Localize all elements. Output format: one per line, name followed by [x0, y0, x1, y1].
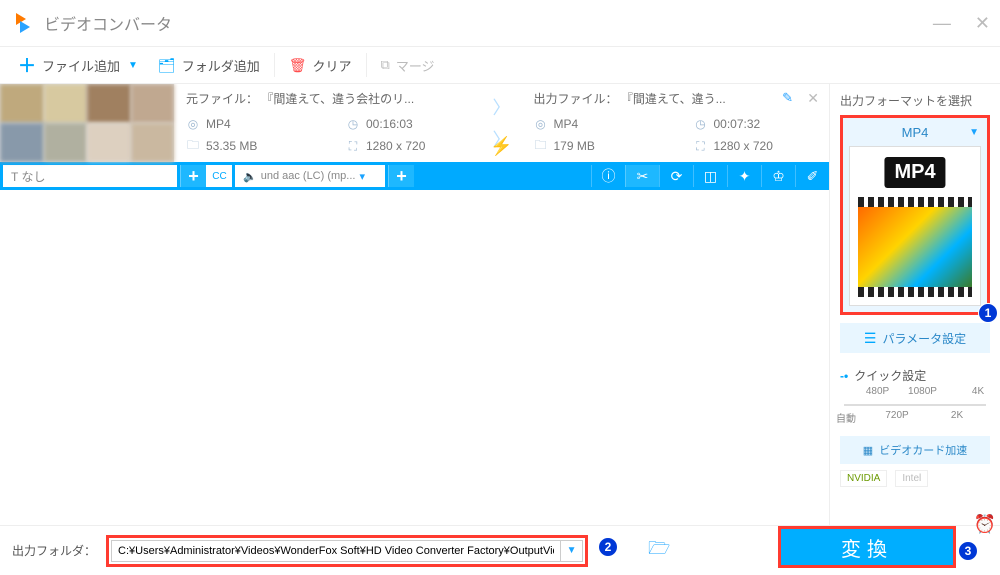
- merge-button[interactable]: ⧉ マージ: [371, 47, 445, 83]
- close-button[interactable]: ✕: [975, 13, 990, 34]
- cut-button[interactable]: ✂: [625, 165, 659, 187]
- add-subtitle-button[interactable]: +: [180, 165, 206, 187]
- step-badge-1: 1: [978, 303, 998, 323]
- effects-button[interactable]: ✦: [727, 165, 761, 187]
- thumbnail[interactable]: [0, 84, 174, 162]
- clock-icon: ◷: [694, 117, 708, 131]
- sliders-icon: ☰: [864, 330, 877, 347]
- format-label: MP4: [902, 125, 929, 140]
- add-audio-button[interactable]: +: [388, 165, 414, 187]
- info-button[interactable]: ⓘ: [591, 165, 625, 187]
- file-item: 元ファイル： 『間違えて、違う会社のリ... ◎MP4 ◷00:16:03 🗀5…: [0, 84, 829, 162]
- quick-settings-label: クイック設定: [854, 367, 926, 384]
- edit-icon[interactable]: ✎: [782, 90, 793, 106]
- plus-icon: ＋: [18, 52, 36, 78]
- app-logo: [14, 13, 34, 33]
- audio-field[interactable]: 🔈und aac (LC) (mp...▾: [235, 165, 385, 187]
- folder-icon: 🗂: [158, 57, 176, 74]
- edit-button[interactable]: ✐: [795, 165, 829, 187]
- output-folder-input[interactable]: [111, 540, 561, 562]
- add-folder-button[interactable]: 🗂 フォルダ追加: [148, 47, 270, 83]
- clock-icon: ◷: [346, 117, 360, 131]
- crop-button[interactable]: ◫: [693, 165, 727, 187]
- arrow-right-icon: 〉: [493, 94, 511, 120]
- step-badge-3: 3: [958, 541, 978, 561]
- window-title: ビデオコンバータ: [44, 11, 172, 35]
- bolt-icon: ⚡: [490, 136, 512, 157]
- output-folder-label: 出力フォルダ：: [12, 542, 96, 559]
- side-title: 出力フォーマットを選択: [840, 92, 990, 109]
- resolution-icon: ⛶: [694, 139, 708, 153]
- folder-icon: 🗀: [534, 139, 548, 153]
- remove-item-button[interactable]: ✕: [807, 90, 819, 107]
- cc-button[interactable]: CC: [206, 165, 232, 187]
- schedule-icon[interactable]: ⏰: [974, 514, 996, 535]
- output-format-selector[interactable]: MP4 ▼ MP4: [840, 115, 990, 315]
- subtitle-field[interactable]: T なし: [3, 165, 177, 187]
- disc-icon: ◎: [534, 117, 548, 131]
- watermark-button[interactable]: ♔: [761, 165, 795, 187]
- source-filename: 『間違えて、違う会社のリ...: [261, 92, 414, 106]
- resolution-icon: ⛶: [346, 139, 360, 153]
- format-preview: MP4: [849, 146, 981, 306]
- disc-icon: ◎: [186, 117, 200, 131]
- item-toolbar: T なし + CC 🔈und aac (LC) (mp...▾ + ⓘ ✂ ⟳ …: [0, 162, 829, 190]
- quality-slider[interactable]: 480P 1080P 4K 自動 720P 2K: [840, 392, 990, 418]
- step-badge-2: 2: [598, 537, 618, 557]
- clear-button[interactable]: 🗑 クリア: [279, 47, 362, 83]
- trash-icon: 🗑: [289, 57, 307, 74]
- merge-icon: ⧉: [381, 57, 390, 73]
- rotate-button[interactable]: ⟳: [659, 165, 693, 187]
- chip-icon: ▦: [863, 444, 873, 457]
- minimize-button[interactable]: —: [933, 13, 951, 34]
- chevron-down-icon[interactable]: ▼: [128, 60, 138, 71]
- output-filename: 『間違えて、違う...: [621, 92, 726, 106]
- chevron-down-icon[interactable]: ▼: [969, 127, 979, 138]
- intel-badge: Intel: [895, 470, 928, 487]
- convert-button[interactable]: 変換: [781, 529, 953, 565]
- parameter-settings-button[interactable]: ☰ パラメータ設定: [840, 323, 990, 353]
- open-folder-button[interactable]: 🗁: [648, 536, 670, 566]
- nvidia-badge: NVIDIA: [840, 470, 887, 487]
- output-folder-dropdown[interactable]: ▼: [561, 540, 583, 562]
- gpu-accel-button[interactable]: ▦ ビデオカード加速: [840, 436, 990, 464]
- folder-icon: 🗀: [186, 139, 200, 153]
- add-file-button[interactable]: ＋ ファイル追加 ▼: [8, 47, 148, 83]
